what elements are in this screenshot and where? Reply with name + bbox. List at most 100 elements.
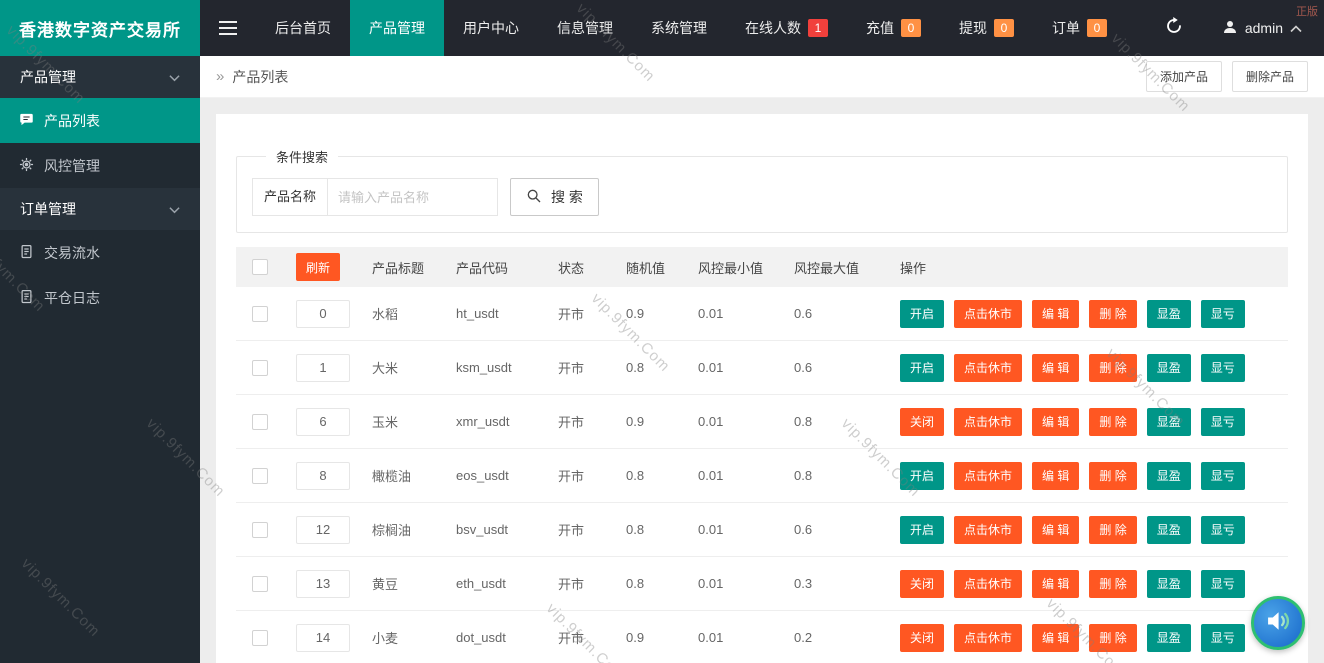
product-id-input[interactable]: [296, 516, 350, 544]
nav-item-0[interactable]: 后台首页: [256, 0, 350, 56]
product-status: 开市: [558, 304, 626, 323]
nav-item-label: 产品管理: [369, 18, 425, 38]
sidebar-item-4[interactable]: 交易流水: [0, 230, 200, 275]
product-status: 开市: [558, 412, 626, 431]
market-rest-button[interactable]: 点击休市: [954, 516, 1022, 544]
product-name-input[interactable]: [328, 178, 498, 216]
cell-checkbox: [252, 629, 296, 646]
show-loss-button[interactable]: 显亏: [1201, 462, 1245, 490]
voice-widget-button[interactable]: [1251, 596, 1305, 650]
delete-button[interactable]: 删 除: [1089, 354, 1136, 382]
edit-button[interactable]: 编 辑: [1032, 516, 1079, 544]
market-rest-button[interactable]: 点击休市: [954, 354, 1022, 382]
nav-item-7[interactable]: 提现0: [940, 0, 1033, 56]
nav-item-label: 系统管理: [651, 18, 707, 38]
sidebar-item-2[interactable]: 风控管理: [0, 143, 200, 188]
product-id-input[interactable]: [296, 354, 350, 382]
nav-item-8[interactable]: 订单0: [1033, 0, 1126, 56]
risk-min-value: 0.01: [698, 414, 794, 429]
close-button[interactable]: 关闭: [900, 570, 944, 598]
product-code: eos_usdt: [456, 468, 558, 483]
delete-button[interactable]: 删 除: [1089, 516, 1136, 544]
open-button[interactable]: 开启: [900, 354, 944, 382]
row-checkbox[interactable]: [252, 360, 268, 376]
row-checkbox[interactable]: [252, 414, 268, 430]
market-rest-button[interactable]: 点击休市: [954, 408, 1022, 436]
show-profit-button[interactable]: 显盈: [1147, 408, 1191, 436]
refresh-page-button[interactable]: [1148, 0, 1200, 56]
cell-checkbox: [252, 521, 296, 538]
delete-button[interactable]: 删 除: [1089, 300, 1136, 328]
show-loss-button[interactable]: 显亏: [1201, 408, 1245, 436]
risk-min-value: 0.01: [698, 630, 794, 645]
product-id-input[interactable]: [296, 570, 350, 598]
market-rest-button[interactable]: 点击休市: [954, 624, 1022, 652]
close-button[interactable]: 关闭: [900, 624, 944, 652]
show-loss-button[interactable]: 显亏: [1201, 516, 1245, 544]
nav-item-label: 订单: [1052, 18, 1080, 38]
row-checkbox[interactable]: [252, 468, 268, 484]
open-button[interactable]: 开启: [900, 462, 944, 490]
show-loss-button[interactable]: 显亏: [1201, 354, 1245, 382]
delete-product-button[interactable]: 删除产品: [1232, 61, 1308, 92]
table-row: 黄豆eth_usdt开市0.80.010.3关闭点击休市编 辑删 除显盈显亏: [236, 557, 1288, 611]
delete-button[interactable]: 删 除: [1089, 570, 1136, 598]
sidebar-section-0[interactable]: 产品管理: [0, 56, 200, 98]
product-code: dot_usdt: [456, 630, 558, 645]
edit-button[interactable]: 编 辑: [1032, 570, 1079, 598]
product-title: 小麦: [372, 628, 456, 647]
nav-item-label: 在线人数: [745, 18, 801, 38]
nav-item-1[interactable]: 产品管理: [350, 0, 444, 56]
market-rest-button[interactable]: 点击休市: [954, 462, 1022, 490]
product-id-input[interactable]: [296, 462, 350, 490]
delete-button[interactable]: 删 除: [1089, 462, 1136, 490]
cell-checkbox: [252, 359, 296, 376]
nav-item-5[interactable]: 在线人数1: [726, 0, 847, 56]
show-profit-button[interactable]: 显盈: [1147, 516, 1191, 544]
sidebar-item-5[interactable]: 平仓日志: [0, 275, 200, 320]
show-loss-button[interactable]: 显亏: [1201, 570, 1245, 598]
nav-item-3[interactable]: 信息管理: [538, 0, 632, 56]
product-id-input[interactable]: [296, 300, 350, 328]
sidebar-item-1[interactable]: 产品列表: [0, 98, 200, 143]
nav-item-6[interactable]: 充值0: [847, 0, 940, 56]
cell-actions: 开启点击休市编 辑删 除显盈显亏: [900, 300, 1288, 328]
nav-item-4[interactable]: 系统管理: [632, 0, 726, 56]
row-checkbox[interactable]: [252, 576, 268, 592]
market-rest-button[interactable]: 点击休市: [954, 570, 1022, 598]
cell-id: [296, 570, 372, 598]
product-id-input[interactable]: [296, 624, 350, 652]
show-loss-button[interactable]: 显亏: [1201, 624, 1245, 652]
select-all-checkbox[interactable]: [252, 259, 268, 275]
show-profit-button[interactable]: 显盈: [1147, 570, 1191, 598]
close-button[interactable]: 关闭: [900, 408, 944, 436]
show-profit-button[interactable]: 显盈: [1147, 300, 1191, 328]
add-product-button[interactable]: 添加产品: [1146, 61, 1222, 92]
sidebar-section-3[interactable]: 订单管理: [0, 188, 200, 230]
delete-button[interactable]: 删 除: [1089, 408, 1136, 436]
cell-actions: 开启点击休市编 辑删 除显盈显亏: [900, 462, 1288, 490]
edit-button[interactable]: 编 辑: [1032, 408, 1079, 436]
show-profit-button[interactable]: 显盈: [1147, 462, 1191, 490]
refresh-table-button[interactable]: 刷新: [296, 253, 340, 281]
row-checkbox[interactable]: [252, 630, 268, 646]
show-loss-button[interactable]: 显亏: [1201, 300, 1245, 328]
open-button[interactable]: 开启: [900, 300, 944, 328]
delete-button[interactable]: 删 除: [1089, 624, 1136, 652]
market-rest-button[interactable]: 点击休市: [954, 300, 1022, 328]
cell-actions: 关闭点击休市编 辑删 除显盈显亏: [900, 408, 1288, 436]
search-button[interactable]: 搜 索: [510, 178, 599, 216]
menu-toggle-button[interactable]: [200, 0, 256, 56]
cell-id: [296, 462, 372, 490]
open-button[interactable]: 开启: [900, 516, 944, 544]
edit-button[interactable]: 编 辑: [1032, 624, 1079, 652]
row-checkbox[interactable]: [252, 306, 268, 322]
edit-button[interactable]: 编 辑: [1032, 354, 1079, 382]
product-id-input[interactable]: [296, 408, 350, 436]
show-profit-button[interactable]: 显盈: [1147, 624, 1191, 652]
edit-button[interactable]: 编 辑: [1032, 300, 1079, 328]
row-checkbox[interactable]: [252, 522, 268, 538]
show-profit-button[interactable]: 显盈: [1147, 354, 1191, 382]
edit-button[interactable]: 编 辑: [1032, 462, 1079, 490]
nav-item-2[interactable]: 用户中心: [444, 0, 538, 56]
